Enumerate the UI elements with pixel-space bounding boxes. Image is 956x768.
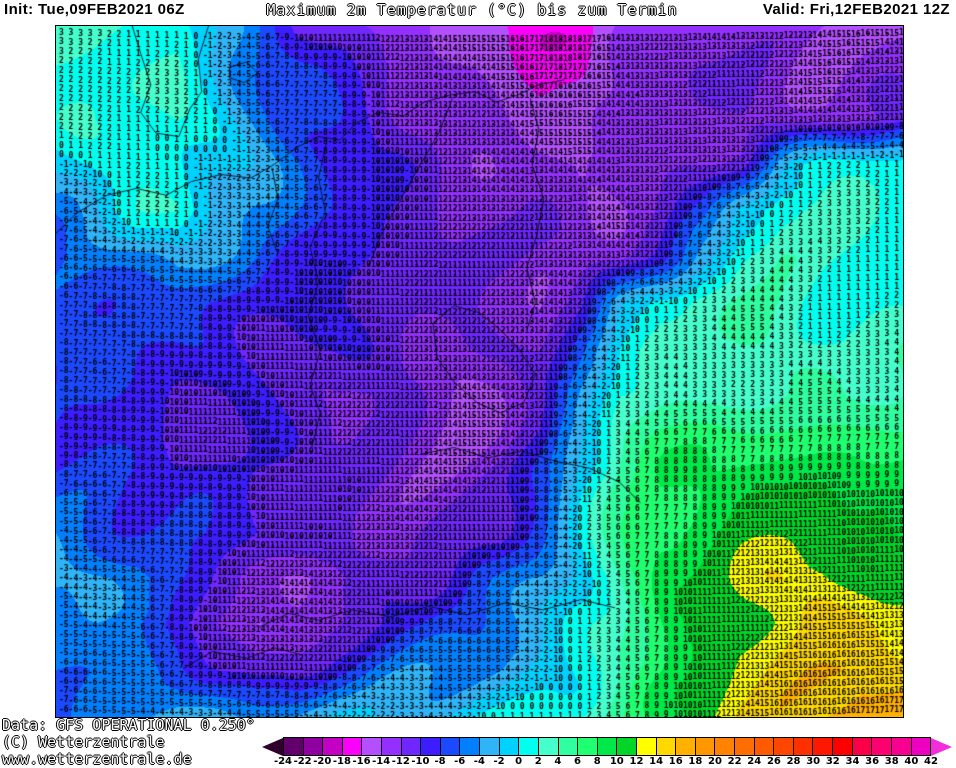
colorbar-cell-24 xyxy=(755,737,775,756)
colorbar-cell-32 xyxy=(833,737,853,756)
colorbar-cell--18 xyxy=(343,737,363,756)
colorbar-right-arrow-icon xyxy=(931,738,952,756)
colorbar-cell-30 xyxy=(813,737,833,756)
colorbar-cell-20 xyxy=(715,737,735,756)
colorbar-cell-0 xyxy=(519,737,539,756)
colorbar-cell-10 xyxy=(617,737,637,756)
website-label: www.wetterzentrale.de xyxy=(2,750,192,768)
colorbar-cell-40 xyxy=(912,737,932,756)
colorbar-cell-4 xyxy=(559,737,579,756)
colorbar-cell--20 xyxy=(323,737,343,756)
weather-map-page: Init: Tue,09FEB2021 06Z Maximum 2m Tempe… xyxy=(0,0,956,768)
colorbar-cell--12 xyxy=(402,737,422,756)
colorbar-cell-22 xyxy=(735,737,755,756)
data-source-label: Data: GFS OPERATIONAL 0.250° xyxy=(2,716,255,734)
colorbar-cell-34 xyxy=(853,737,873,756)
copyright-label: (C) Wetterzentrale xyxy=(2,733,165,751)
colorbar-left-arrow-icon xyxy=(262,738,283,756)
temperature-colorbar xyxy=(262,737,952,756)
colorbar-cell--24 xyxy=(283,737,304,756)
colorbar-cell-28 xyxy=(794,737,814,756)
colorbar-tick-labels: -24-22-20-18-16-14-12-10-8-6-4-202468101… xyxy=(283,756,943,768)
colorbar-cell-38 xyxy=(892,737,912,756)
colorbar-cell--22 xyxy=(304,737,324,756)
colorbar-cell-8 xyxy=(598,737,618,756)
colorbar-cell-36 xyxy=(872,737,892,756)
init-time-label: Init: Tue,09FEB2021 06Z xyxy=(4,1,185,18)
colorbar-cell-26 xyxy=(774,737,794,756)
colorbar-cell--10 xyxy=(421,737,441,756)
colorbar-cell--4 xyxy=(480,737,500,756)
colorbar-cell-6 xyxy=(578,737,598,756)
colorbar-tick-label: 42 xyxy=(918,756,944,767)
colorbar-cell--14 xyxy=(382,737,402,756)
page-title: Maximum 2m Temperatur (°C) bis zum Termi… xyxy=(212,1,732,19)
colorbar-cell-2 xyxy=(539,737,559,756)
colorbar-cell-18 xyxy=(696,737,716,756)
colorbar-cell--16 xyxy=(362,737,382,756)
valid-time-label: Valid: Fri,12FEB2021 12Z xyxy=(763,1,950,18)
colorbar-cell-14 xyxy=(657,737,677,756)
colorbar-cell--8 xyxy=(441,737,461,756)
colorbar-cell-12 xyxy=(637,737,657,756)
colorbar-cell-16 xyxy=(676,737,696,756)
colorbar-cell--6 xyxy=(460,737,480,756)
colorbar-cells xyxy=(283,737,931,756)
temperature-map-canvas xyxy=(55,25,904,718)
colorbar-cell--2 xyxy=(500,737,520,756)
